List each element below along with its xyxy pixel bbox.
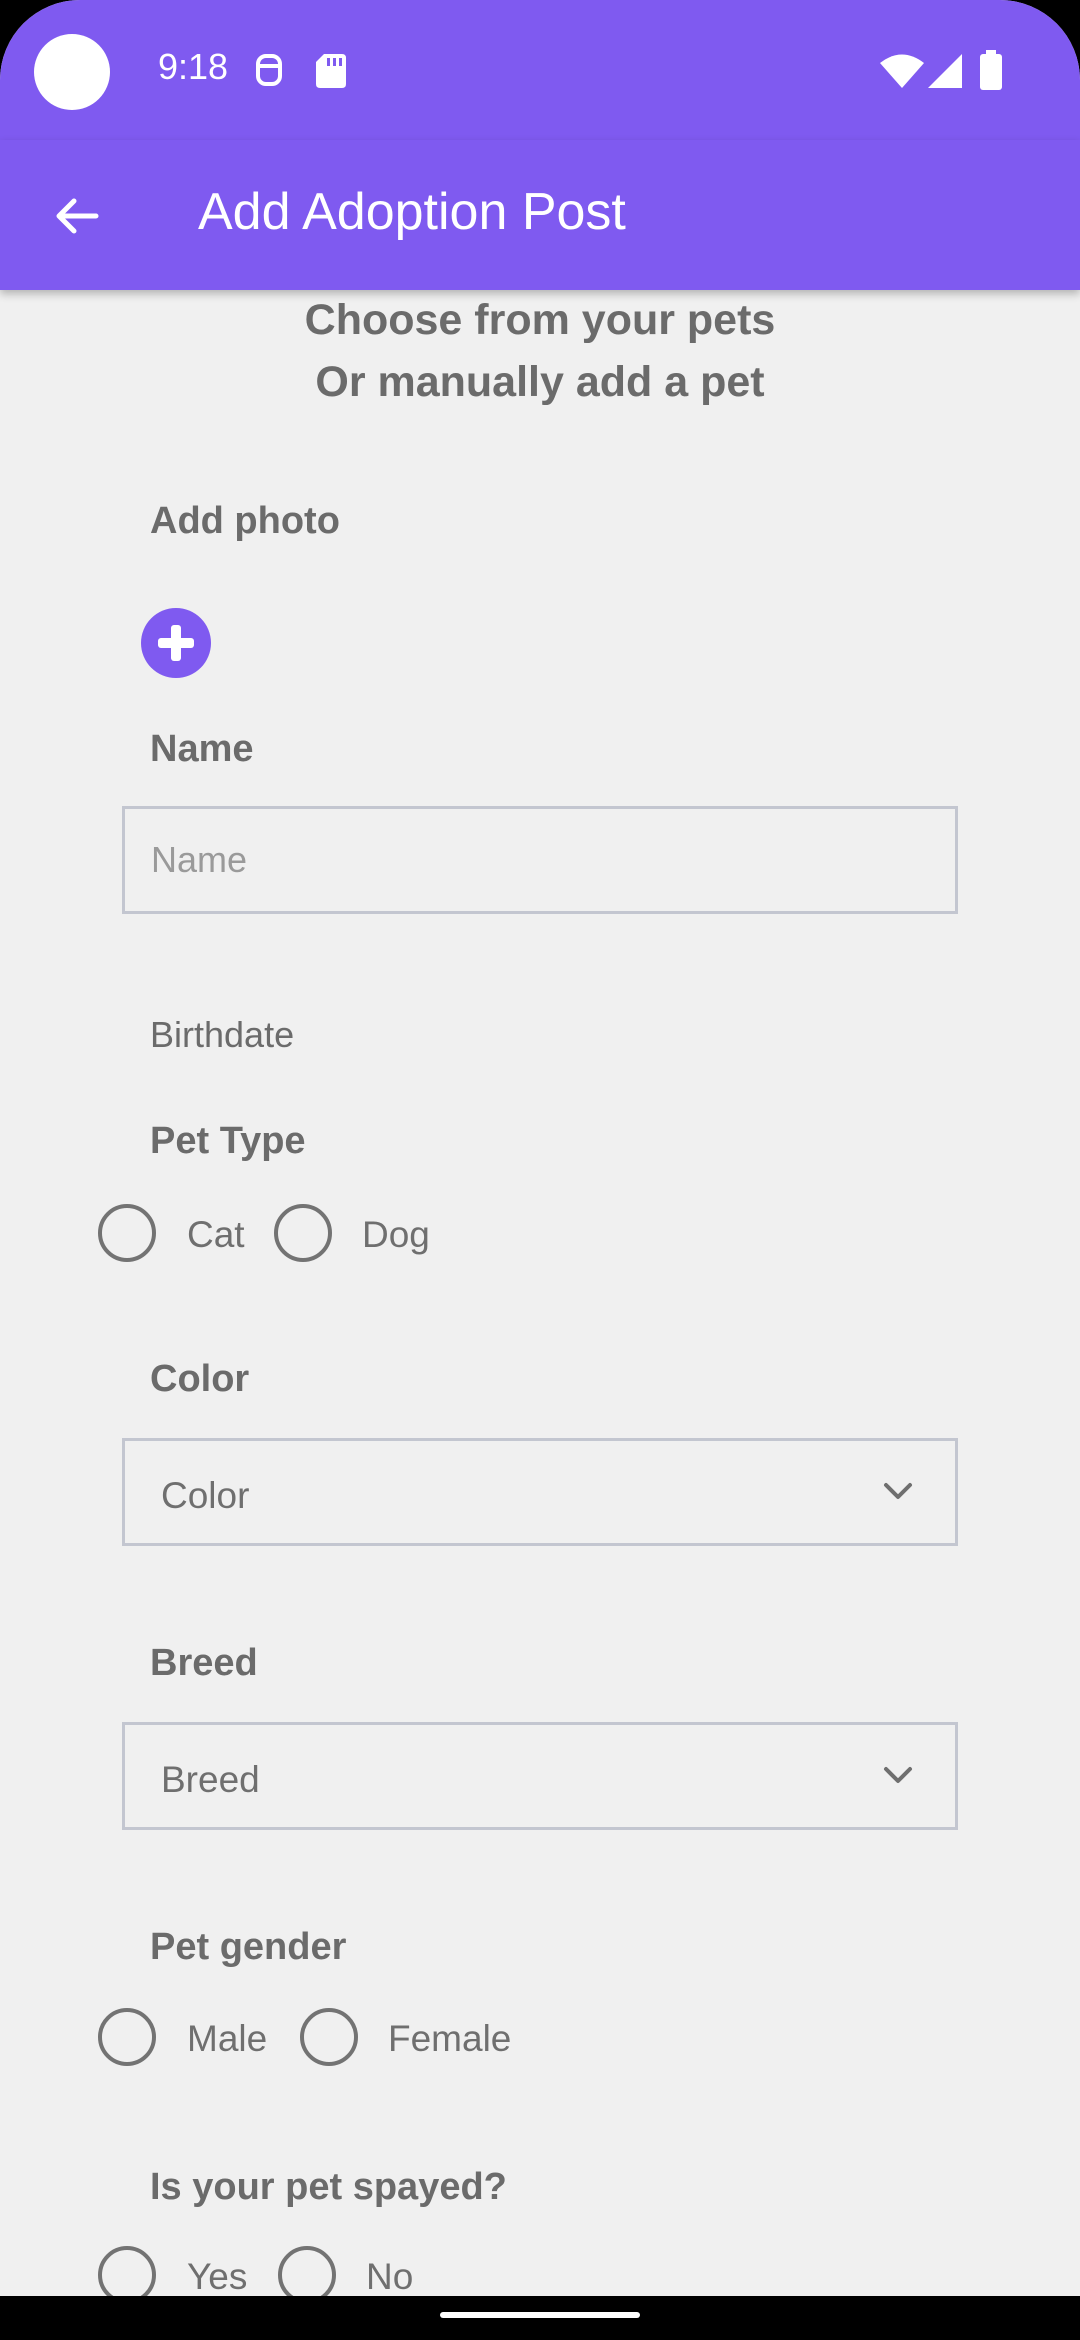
face-icon bbox=[256, 54, 282, 86]
signal-icon bbox=[928, 54, 962, 88]
color-selected-value: Color bbox=[161, 1475, 250, 1516]
radio-cat[interactable] bbox=[98, 1204, 156, 1262]
radio-yes-label[interactable]: Yes bbox=[187, 2256, 247, 2298]
choose-from-pets-link[interactable]: Choose from your pets bbox=[0, 296, 1080, 345]
radio-cat-label[interactable]: Cat bbox=[187, 1214, 245, 1256]
manual-add-heading: Or manually add a pet bbox=[315, 358, 765, 406]
home-gesture-handle[interactable] bbox=[440, 2312, 640, 2318]
color-label: Color bbox=[150, 1358, 250, 1400]
radio-male[interactable] bbox=[98, 2008, 156, 2066]
sd-card-icon bbox=[316, 54, 346, 88]
status-bar: 9:18 bbox=[0, 0, 1080, 140]
chevron-down-icon bbox=[884, 1483, 912, 1499]
breed-selected-value: Breed bbox=[161, 1759, 260, 1800]
add-photo-label: Add photo bbox=[150, 500, 340, 542]
birthdate-label[interactable]: Birthdate bbox=[150, 1014, 294, 1056]
radio-male-label[interactable]: Male bbox=[187, 2018, 267, 2060]
radio-female-label[interactable]: Female bbox=[388, 2018, 511, 2060]
navigation-bar bbox=[0, 2296, 1080, 2340]
page-title: Add Adoption Post bbox=[198, 183, 626, 241]
radio-dog-label[interactable]: Dog bbox=[362, 1214, 430, 1256]
battery-icon bbox=[980, 50, 1002, 90]
color-dropdown[interactable]: Color bbox=[122, 1438, 958, 1546]
radio-no-label[interactable]: No bbox=[366, 2256, 413, 2298]
chevron-down-icon bbox=[884, 1767, 912, 1783]
wifi-icon bbox=[880, 54, 924, 88]
app-bar: Add Adoption Post bbox=[0, 140, 1080, 290]
pet-type-label: Pet Type bbox=[150, 1120, 306, 1162]
spayed-label: Is your pet spayed? bbox=[150, 2166, 507, 2208]
status-time: 9:18 bbox=[158, 46, 229, 87]
add-photo-button[interactable] bbox=[141, 608, 211, 678]
arrow-back-icon[interactable] bbox=[52, 192, 100, 240]
breed-dropdown[interactable]: Breed bbox=[122, 1722, 958, 1830]
radio-female[interactable] bbox=[300, 2008, 358, 2066]
app-screen: 9:18 Add Adoption Post Choose from your bbox=[0, 0, 1080, 2340]
radio-dog[interactable] bbox=[274, 1204, 332, 1262]
camera-cutout bbox=[34, 34, 110, 110]
breed-label: Breed bbox=[150, 1642, 258, 1684]
name-input[interactable] bbox=[125, 809, 955, 911]
gender-label: Pet gender bbox=[150, 1926, 347, 1968]
name-field bbox=[122, 806, 958, 914]
name-label: Name bbox=[150, 728, 254, 770]
